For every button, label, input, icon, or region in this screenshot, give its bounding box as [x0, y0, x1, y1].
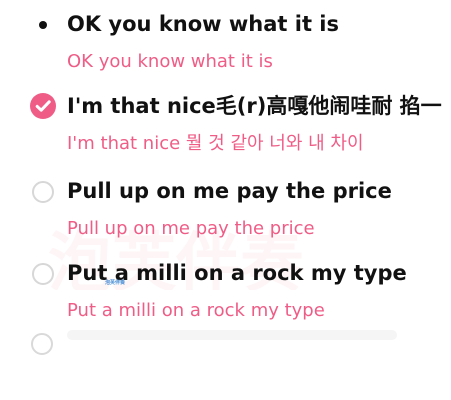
current-line-indicator: [30, 12, 56, 38]
partial-next-row: [0, 330, 451, 400]
partial-radio-icon: [31, 333, 53, 355]
lyric-line-translation: Pull up on me pay the price: [67, 218, 315, 239]
lyric-row-2[interactable]: I'm that nice毛(r)高嘎他闹哇耐 掐一 I'm that nice…: [0, 88, 451, 158]
empty-radio-icon: [32, 263, 54, 285]
lyric-row-1[interactable]: OK you know what it is OK you know what …: [0, 6, 451, 76]
checkmark-circle-icon: [30, 93, 56, 119]
lyric-row-3[interactable]: Pull up on me pay the price Pull up on m…: [0, 173, 451, 243]
lyric-line-text: OK you know what it is: [67, 12, 339, 36]
bullet-dot-icon: [39, 21, 47, 29]
lyric-line-translation: I'm that nice 뭘 것 같아 너와 내 차이: [67, 133, 364, 154]
empty-radio-icon: [32, 181, 54, 203]
lyric-line-translation: OK you know what it is: [67, 51, 273, 72]
lyric-line-translation: Put a milli on a rock my type: [67, 300, 325, 321]
small-watermark-caption: 泡芙伴奏: [105, 280, 126, 286]
lyric-line-text: I'm that nice毛(r)高嘎他闹哇耐 掐一: [67, 94, 442, 118]
line-select-toggle[interactable]: [30, 261, 56, 287]
lyrics-list: OK you know what it is OK you know what …: [0, 0, 451, 355]
line-select-toggle[interactable]: [30, 179, 56, 205]
partial-lyric-line: [67, 330, 397, 340]
lyric-line-text: Pull up on me pay the price: [67, 179, 392, 203]
selected-line-toggle[interactable]: [30, 93, 56, 119]
lyric-row-4[interactable]: Put a milli on a rock my type Put a mill…: [0, 255, 451, 325]
